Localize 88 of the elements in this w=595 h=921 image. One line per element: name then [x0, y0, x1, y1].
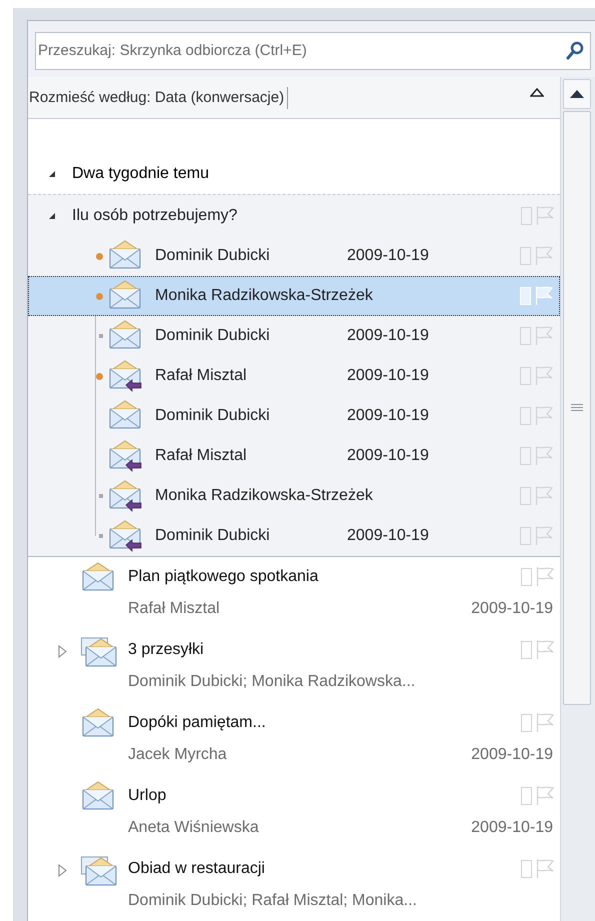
- flag-icon[interactable]: [535, 326, 553, 346]
- mail-date: 2009-10-19: [471, 818, 553, 838]
- category-icon[interactable]: [521, 206, 532, 224]
- scrollbar[interactable]: [560, 77, 595, 921]
- mail-item[interactable]: Urlop Aneta Wiśniewska 2009-10-19: [28, 776, 560, 849]
- category-icon[interactable]: [521, 568, 532, 586]
- mail-subject: Obiad w restauracji: [128, 859, 266, 879]
- expand-triangle-icon[interactable]: [58, 864, 67, 877]
- reply-envelope-icon: [108, 480, 144, 512]
- message-date: 2009-10-19: [347, 366, 429, 386]
- mail-item[interactable]: 3 przesyłki Dominik Dubicki; Monika Radzikowska...: [28, 630, 560, 703]
- message-date: 2009-10-19: [347, 246, 429, 266]
- envelopes-icon: [81, 635, 117, 667]
- flag-icon[interactable]: [536, 640, 554, 660]
- sender-name: Dominik Dubicki: [155, 326, 271, 346]
- mail-subject: Dopóki pamiętam...: [128, 713, 267, 733]
- category-icon[interactable]: [520, 407, 531, 425]
- scroll-thumb[interactable]: [562, 111, 590, 705]
- flag-icon[interactable]: [535, 366, 553, 386]
- message-row[interactable]: Monika Radzikowska-Strzeżek: [28, 476, 560, 516]
- mail-date: 2009-10-19: [471, 599, 553, 619]
- sort-header[interactable]: Rozmieść według: Data (konwersacje): [28, 77, 560, 119]
- sender-name: Dominik Dubicki: [155, 246, 271, 266]
- sender-name: Rafał Misztal: [155, 366, 248, 386]
- scroll-up-button[interactable]: [562, 79, 590, 109]
- up-arrow-icon: [570, 90, 584, 98]
- sender-name: Dominik Dubicki: [155, 526, 271, 546]
- mail-item[interactable]: Obiad w restauracji Dominik Dubicki; Rafał Misztal; Monika...: [28, 849, 560, 921]
- reply-envelope-icon: [108, 440, 144, 472]
- mail-subject: Plan piątkowego spotkania: [128, 567, 320, 587]
- flag-icon[interactable]: [536, 567, 554, 587]
- expand-triangle-icon[interactable]: [58, 645, 67, 658]
- flag-icon[interactable]: [535, 406, 553, 426]
- sender-name: Rafał Misztal: [155, 446, 248, 466]
- message-date: 2009-10-19: [347, 406, 429, 426]
- sender-name: Monika Radzikowska-Strzeżek: [155, 486, 373, 506]
- mail-item[interactable]: Dopóki pamiętam... Jacek Myrcha 2009-10-19: [28, 703, 560, 776]
- reply-envelope-icon: [108, 520, 144, 552]
- category-icon[interactable]: [520, 447, 531, 465]
- mail-date: 2009-10-19: [471, 745, 553, 765]
- flag-icon[interactable]: [536, 786, 554, 806]
- sender-name: Dominik Dubicki; Rafał Misztal; Monika...: [128, 891, 418, 911]
- sender-name: Dominik Dubicki; Monika Radzikowska...: [128, 672, 416, 692]
- sender-name: Jacek Myrcha: [128, 745, 228, 765]
- envelopes-icon: [81, 854, 117, 886]
- flag-icon[interactable]: [535, 486, 553, 506]
- message-date: 2009-10-19: [347, 526, 429, 546]
- mail-subject: 3 przesyłki: [128, 640, 205, 660]
- message-row[interactable]: Rafał Misztal 2009-10-19: [28, 436, 560, 476]
- sender-name: Dominik Dubicki: [155, 406, 271, 426]
- group-header: Dwa tygodnie temu: [72, 164, 209, 184]
- message-date: 2009-10-19: [347, 326, 429, 346]
- flag-icon[interactable]: [535, 246, 553, 266]
- category-icon[interactable]: [520, 327, 531, 345]
- sender-name: Aneta Wiśniewska: [128, 818, 260, 838]
- flag-icon[interactable]: [536, 859, 554, 879]
- message-row[interactable]: Dominik Dubicki 2009-10-19: [28, 396, 560, 436]
- message-date: 2009-10-19: [347, 446, 429, 466]
- reply-envelope-icon: [108, 360, 144, 392]
- category-icon[interactable]: [521, 714, 532, 732]
- category-icon[interactable]: [520, 487, 531, 505]
- sender-name: Monika Radzikowska-Strzeżek: [155, 286, 373, 306]
- sort-arrow-icon[interactable]: [530, 88, 544, 97]
- message-row[interactable]: Dominik Dubicki 2009-10-19: [28, 516, 560, 556]
- mail-item[interactable]: Plan piątkowego spotkania Rafał Misztal 2009-10-19: [28, 557, 560, 630]
- grip-icon: [570, 403, 584, 413]
- category-icon[interactable]: [521, 787, 532, 805]
- message-row[interactable]: Dominik Dubicki 2009-10-19: [28, 236, 560, 276]
- category-icon[interactable]: [520, 367, 531, 385]
- sender-name: Rafał Misztal: [128, 599, 221, 619]
- category-icon[interactable]: [520, 247, 531, 265]
- category-icon[interactable]: [520, 527, 531, 545]
- search-input[interactable]: Przeszukaj: Skrzynka odbiorcza (Ctrl+E): [38, 40, 566, 62]
- category-icon[interactable]: [521, 860, 532, 878]
- message-row[interactable]: Dominik Dubicki 2009-10-19: [28, 316, 560, 356]
- collapse-triangle-icon[interactable]: [48, 170, 56, 178]
- message-row[interactable]: Rafał Misztal 2009-10-19: [28, 356, 560, 396]
- search-field[interactable]: Przeszukaj: Skrzynka odbiorcza (Ctrl+E): [35, 32, 591, 70]
- flag-icon[interactable]: [535, 526, 553, 546]
- category-icon[interactable]: [521, 641, 532, 659]
- mail-subject: Urlop: [128, 786, 168, 806]
- sort-label: Rozmieść według: Data (konwersacje): [29, 86, 288, 108]
- collapse-triangle-icon[interactable]: [48, 212, 56, 220]
- flag-icon[interactable]: [536, 206, 554, 226]
- flag-icon[interactable]: [536, 713, 554, 733]
- flag-icon[interactable]: [535, 446, 553, 466]
- search-icon[interactable]: [566, 41, 584, 61]
- conversation-subject[interactable]: Ilu osób potrzebujemy?: [72, 204, 521, 228]
